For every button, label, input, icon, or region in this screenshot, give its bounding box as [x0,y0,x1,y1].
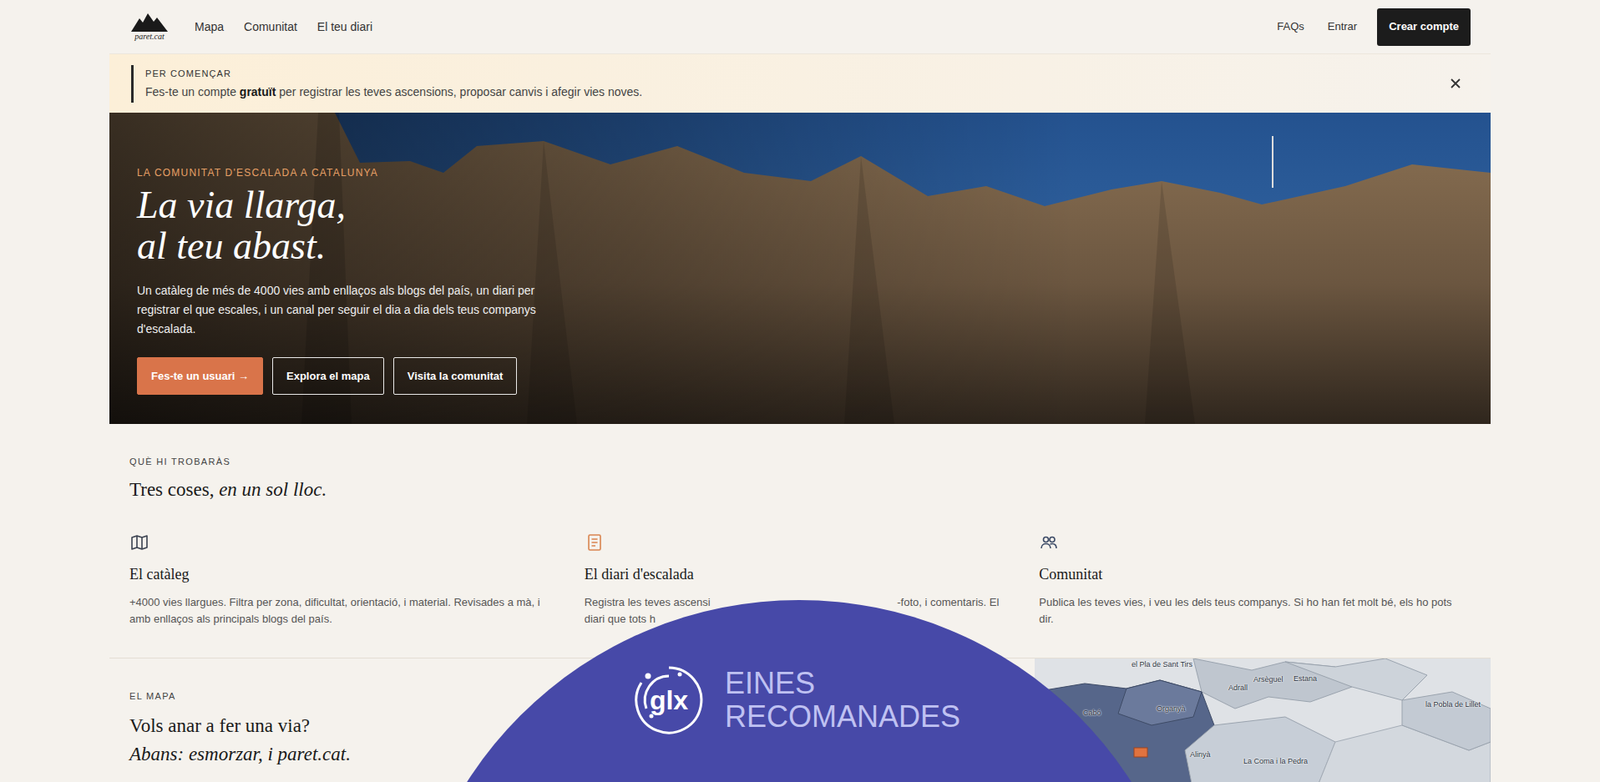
onboarding-banner: PER COMENÇARFes-te un compte gratuït per… [109,53,1491,113]
map-label: La Coma i la Pedra [1243,757,1308,767]
features-title-italic: en un sol lloc. [218,479,327,501]
map-label: la Pobla de Lillet [1425,700,1481,710]
banner-eyebrow: PER COMENÇAR [145,66,643,81]
feature-description: Publica les teves vies, i veu les dels t… [1038,594,1471,628]
hero-title-line: La via llarga, [136,184,1491,226]
feature-title: El catàleg [129,564,562,585]
features-eyebrow: QUÈ HI TROBARÀS [129,455,1471,468]
hero-button[interactable]: Explora el mapa [272,357,385,395]
login-link[interactable]: Entrar [1327,18,1357,36]
watermark: glx EINESRECOMANADES [631,663,961,739]
feature-description-text: Publica les teves vies, i veu les dels t… [1038,594,1454,628]
map-label: Estana [1293,674,1317,684]
watermark-line: RECOMANADES [724,700,961,735]
map-label: Alinyà [1189,750,1211,760]
logo[interactable]: paret.cat [129,11,170,42]
banner-text: Fes-te un compte gratuït per registrar l… [145,82,643,102]
hero-eyebrow: LA COMUNITAT D'ESCALADA A CATALUNYA [136,166,1491,180]
feature-card: Comunitat Publica les teves vies, i veu l… [1038,532,1471,628]
feature-description-text: +4000 vies llargues. Filtra per zona, di… [129,594,545,628]
main-nav: Mapa Comunitat El teu diari [194,18,373,36]
banner-text-end: per registrar les teves ascensions, prop… [275,85,643,99]
watermark-line: EINES [724,667,961,701]
map-label: el Pla de Sant Tirs [1131,660,1193,670]
hero: LA COMUNITAT D'ESCALADA A CATALUNYA La vi… [109,112,1491,425]
people-icon [1038,532,1059,553]
header-right: FAQs Entrar Crear compte [1276,8,1471,46]
logo-text: paret.cat [134,31,164,42]
hero-title-line: al teu abast. [136,225,1491,267]
banner-bold: gratuït [239,85,277,99]
feature-title: Comunitat [1038,564,1471,585]
hero-text: Un catàleg de més de 4000 vies amb enlla… [136,281,538,340]
mountain-logo-icon [131,11,168,32]
close-icon[interactable] [1448,76,1463,91]
hero-title: La via llarga,al teu abast. [136,184,1491,267]
banner-content: PER COMENÇARFes-te un compte gratuït per… [131,65,643,103]
nav-link[interactable]: Mapa [194,18,224,36]
hero-buttons: Fes-te un usuari →Explora el mapaVisita … [136,357,1491,395]
watermark-logo: glx [631,663,707,739]
hero-button[interactable]: Fes-te un usuari → [136,357,264,395]
features-title: Tres coses, en un sol lloc. [129,477,1471,503]
features-title-start: Tres coses, [129,479,219,501]
header: paret.cat Mapa Comunitat El teu diari FAQs En… [109,0,1491,54]
feature-description: +4000 vies llargues. Filtra per zona, di… [129,594,562,628]
watermark-text: EINESRECOMANADES [724,667,961,735]
map-icon [129,532,150,553]
faq-link[interactable]: FAQs [1276,18,1305,36]
feature-description-part: -foto, i comentaris. El [896,594,999,612]
map-label: Organyà [1156,704,1186,714]
watermark-logo-text: glx [649,685,689,716]
hero-content: LA COMUNITAT D'ESCALADA A CATALUNYA La vi… [109,112,1491,395]
banner-text-start: Fes-te un compte [145,85,240,99]
map-label: Arsèguel [1253,675,1284,685]
feature-title: El diari d'escalada [584,564,1017,585]
signup-button[interactable]: Crear compte [1377,8,1471,46]
map-label: Adrall [1228,683,1248,694]
feature-card: El catàleg +4000 vies llargues. Filtra pe… [129,532,562,628]
document-icon [584,532,605,553]
nav-link[interactable]: Comunitat [243,18,298,36]
map-label: Cabó [1083,708,1102,719]
nav-link[interactable]: El teu diari [317,18,373,36]
header-left: paret.cat Mapa Comunitat El teu diari [129,11,373,42]
hero-button[interactable]: Visita la comunitat [393,357,518,395]
feature-description-part: Registra les teves ascensi [584,594,711,612]
